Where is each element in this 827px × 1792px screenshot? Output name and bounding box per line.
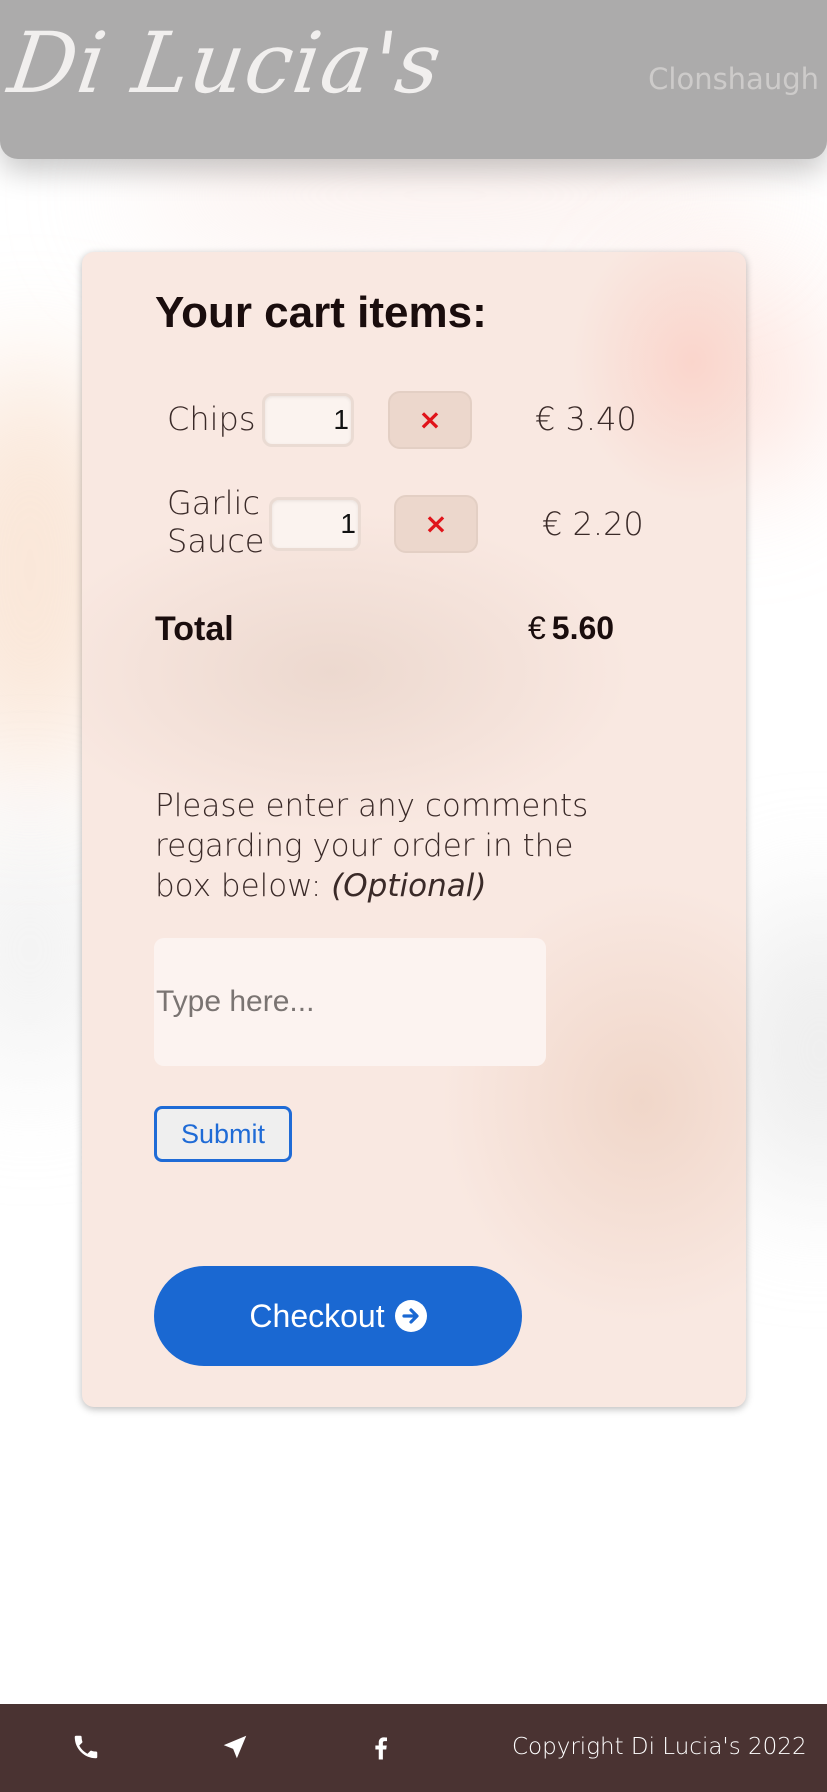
comments-prompt: Please enter any comments regarding your… — [155, 786, 625, 906]
checkout-label: Checkout — [249, 1297, 385, 1334]
location-label[interactable]: Clonshaugh — [648, 62, 819, 96]
facebook-icon[interactable] — [366, 1732, 398, 1764]
item-name: Garlic Sauce — [167, 484, 265, 560]
site-footer: Copyright Di Lucia's 2022 — [0, 1704, 827, 1792]
total-currency: € — [528, 610, 546, 646]
total-value: €5.60 — [528, 610, 614, 647]
cart-title: Your cart items: — [155, 288, 487, 337]
checkout-button[interactable]: Checkout — [154, 1266, 522, 1366]
remove-item-button[interactable]: × — [388, 391, 472, 449]
quantity-input[interactable] — [269, 497, 361, 551]
total-amount: 5.60 — [551, 610, 615, 646]
arrow-circle-right-icon — [394, 1300, 427, 1332]
item-price: € 2.20 — [542, 505, 644, 543]
optional-note: (Optional) — [331, 868, 487, 904]
quantity-input[interactable] — [262, 393, 354, 447]
restaurant-logo[interactable]: Di Lucia's — [3, 14, 448, 112]
copyright-text: Copyright Di Lucia's 2022 — [512, 1734, 807, 1760]
comments-input[interactable] — [154, 938, 546, 1066]
item-name: Chips — [167, 400, 256, 438]
cart-card: Your cart items: Chips × € 3.40 Garlic S… — [82, 252, 746, 1407]
remove-item-button[interactable]: × — [394, 495, 478, 553]
total-label: Total — [155, 610, 234, 648]
item-price: € 3.40 — [535, 400, 637, 438]
submit-button[interactable]: Submit — [154, 1106, 292, 1162]
site-header: Di Lucia's Clonshaugh — [0, 0, 827, 159]
phone-icon[interactable] — [71, 1732, 103, 1764]
location-arrow-icon[interactable] — [220, 1732, 252, 1764]
